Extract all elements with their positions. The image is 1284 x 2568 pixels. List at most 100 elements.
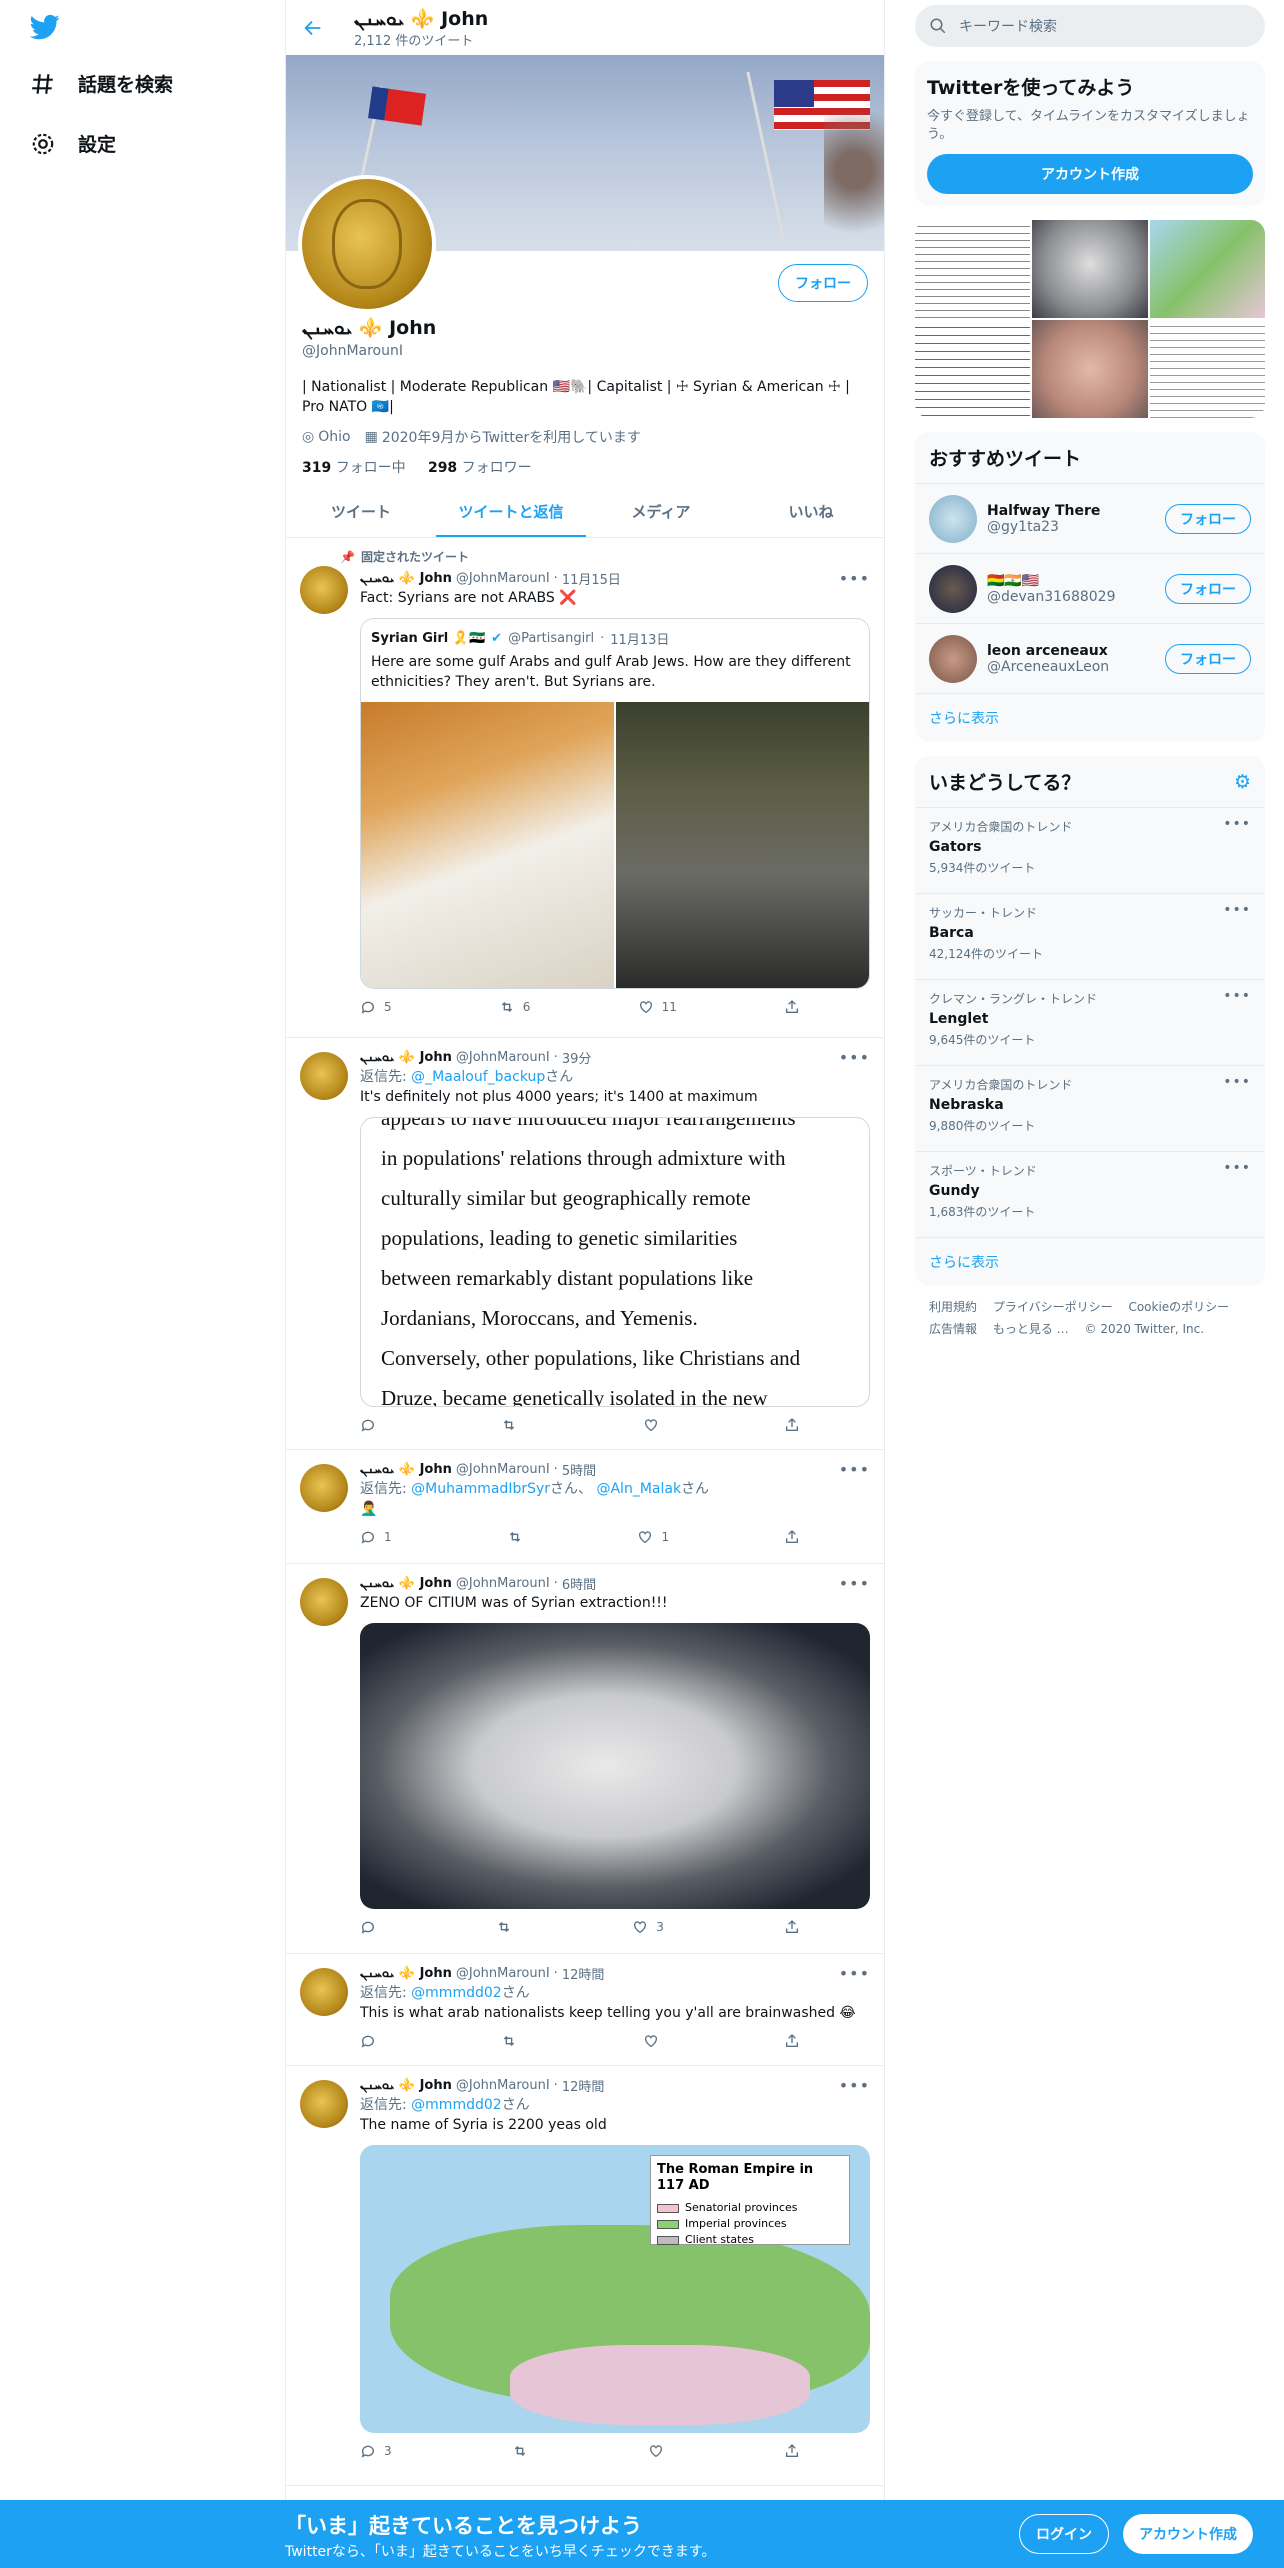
- trend-item[interactable]: クレマン・ラングレ・トレンド Lenglet 9,645件のツイート •••: [915, 980, 1265, 1066]
- quote-image-gulf-arabs[interactable]: [361, 702, 614, 988]
- trends-show-more-link[interactable]: さらに表示: [915, 1238, 1265, 1286]
- footer-more-link[interactable]: もっと見る …: [993, 1322, 1069, 1336]
- tweet-author-name[interactable]: ܝܘܚܢܢ ⚜️ John: [360, 1576, 452, 1591]
- tweet-image-roman-empire-map[interactable]: The Roman Empire in 117 AD Senatorial pr…: [360, 2145, 870, 2433]
- back-arrow-icon[interactable]: [302, 17, 324, 39]
- trend-item[interactable]: アメリカ合衆国のトレンド Nebraska 9,880件のツイート •••: [915, 1066, 1265, 1152]
- more-icon[interactable]: •••: [1223, 1160, 1251, 1176]
- tab-tweets-and-replies[interactable]: ツイートと返信: [436, 486, 586, 537]
- tweet-time[interactable]: 6時間: [562, 1574, 596, 1593]
- banner-signup-button[interactable]: アカウント作成: [1123, 2514, 1253, 2554]
- login-button[interactable]: ログイン: [1019, 2514, 1109, 2554]
- suggested-follow-button[interactable]: フォロー: [1165, 573, 1251, 604]
- reply-mention-link[interactable]: @Aln_Malak: [596, 1481, 681, 1497]
- tweet-author-name[interactable]: ܝܘܚܢܢ ⚜️ John: [360, 1966, 452, 1981]
- reply-mention-link[interactable]: @MuhammadIbrSyr: [411, 1481, 550, 1497]
- share-button[interactable]: [784, 1529, 800, 1545]
- trend-item[interactable]: アメリカ合衆国のトレンド Gators 5,934件のツイート •••: [915, 808, 1265, 894]
- quote-image-syrians[interactable]: [616, 702, 869, 988]
- nav-settings[interactable]: 設定: [30, 130, 116, 157]
- gallery-image[interactable]: [1149, 220, 1265, 318]
- tab-likes[interactable]: いいね: [736, 486, 884, 537]
- tweet-avatar[interactable]: [300, 2080, 348, 2128]
- tweet-author-name[interactable]: ܝܘܚܢܢ ⚜️ John: [360, 571, 452, 586]
- twitter-logo-icon[interactable]: [28, 12, 62, 42]
- nav-explore[interactable]: 話題を検索: [30, 70, 173, 97]
- tweet-image-zeno-bust[interactable]: [360, 1623, 870, 1909]
- suggested-user[interactable]: Halfway There @gy1ta23 フォロー: [915, 484, 1265, 554]
- gallery-image[interactable]: [1032, 220, 1148, 318]
- tweet-avatar[interactable]: [300, 1052, 348, 1100]
- like-button[interactable]: [648, 2443, 664, 2459]
- tweet-item[interactable]: ܝܘܚܢܢ ⚜️ John @JohnMarounI · 5時間 ••• 返信先: @M…: [286, 1450, 884, 1564]
- settings-gear-icon[interactable]: ⚙: [1234, 771, 1251, 793]
- like-button[interactable]: 3: [632, 1919, 664, 1935]
- tweet-avatar[interactable]: [300, 566, 348, 614]
- footer-cookie-link[interactable]: Cookieのポリシー: [1128, 1300, 1229, 1314]
- reply-mention-link[interactable]: @mmmdd02: [411, 1985, 502, 2001]
- signup-button[interactable]: アカウント作成: [927, 154, 1253, 194]
- gallery-image[interactable]: [915, 220, 1031, 318]
- footer-privacy-link[interactable]: プライバシーポリシー: [993, 1300, 1113, 1314]
- more-icon[interactable]: •••: [1223, 902, 1251, 918]
- retweet-button[interactable]: 6: [499, 999, 530, 1015]
- profile-avatar[interactable]: [298, 175, 436, 313]
- reply-button[interactable]: 3: [360, 2443, 392, 2459]
- reply-mention-link[interactable]: @mmmdd02: [411, 2097, 502, 2113]
- tweet-time[interactable]: 12時間: [562, 1964, 605, 1983]
- more-icon[interactable]: •••: [839, 569, 870, 588]
- tweet-author-name[interactable]: ܝܘܚܢܢ ⚜️ John: [360, 1462, 452, 1477]
- more-icon[interactable]: •••: [839, 1574, 870, 1593]
- more-icon[interactable]: •••: [839, 2076, 870, 2095]
- suggested-user[interactable]: 🇧🇴🇮🇳🇺🇸 @devan31688029 フォロー: [915, 554, 1265, 624]
- reply-button[interactable]: [360, 1919, 376, 1935]
- trend-item[interactable]: サッカー・トレンド Barca 42,124件のツイート •••: [915, 894, 1265, 980]
- quoted-tweet[interactable]: Syrian Girl 🎗️🇸🇾 ✔ @Partisangirl · 11月13日 He…: [360, 618, 870, 989]
- gallery-image[interactable]: [1149, 320, 1265, 418]
- tweet-avatar[interactable]: [300, 1968, 348, 2016]
- tweet-author-name[interactable]: ܝܘܚܢܢ ⚜️ John: [360, 2078, 452, 2093]
- retweet-button[interactable]: [507, 1529, 523, 1545]
- tweet-item[interactable]: ܝܘܚܢܢ ⚜️ John @JohnMarounI · 39分 ••• 返信先: @_…: [286, 1038, 884, 1450]
- reply-button[interactable]: 5: [360, 999, 392, 1015]
- share-button[interactable]: [784, 1919, 800, 1935]
- reply-button[interactable]: [360, 1417, 376, 1433]
- retweet-button[interactable]: [496, 1919, 512, 1935]
- following-link[interactable]: 319 フォロー中: [302, 460, 406, 476]
- tab-tweets[interactable]: ツイート: [286, 486, 436, 537]
- tweet-time[interactable]: 39分: [562, 1048, 592, 1067]
- tweet-author-name[interactable]: ܝܘܚܢܢ ⚜️ John: [360, 1050, 452, 1065]
- share-button[interactable]: [784, 1417, 800, 1433]
- like-button[interactable]: [643, 1417, 659, 1433]
- suggested-user-avatar[interactable]: [929, 634, 977, 683]
- more-icon[interactable]: •••: [839, 1048, 870, 1067]
- more-icon[interactable]: •••: [1223, 816, 1251, 832]
- suggested-user-avatar[interactable]: [929, 564, 977, 613]
- like-button[interactable]: 11: [638, 999, 677, 1015]
- more-icon[interactable]: •••: [839, 1964, 870, 1983]
- reply-button[interactable]: [360, 2033, 376, 2049]
- tweet-item[interactable]: ܝܘܚܢܢ ⚜️ John @JohnMarounI · 12時間 ••• 返信先: @…: [286, 1954, 884, 2066]
- retweet-button[interactable]: [512, 2443, 528, 2459]
- like-button[interactable]: [643, 2033, 659, 2049]
- follow-button[interactable]: フォロー: [778, 264, 868, 302]
- tweet-item[interactable]: ܝܘܚܢܢ ⚜️ John @JohnMarounI · 6時間 ••• ZENO OF…: [286, 1564, 884, 1954]
- gallery-image[interactable]: [1032, 320, 1148, 418]
- retweet-button[interactable]: [501, 1417, 517, 1433]
- share-button[interactable]: [784, 2443, 800, 2459]
- tab-media[interactable]: メディア: [586, 486, 736, 537]
- suggested-follow-button[interactable]: フォロー: [1165, 503, 1251, 534]
- footer-terms-link[interactable]: 利用規約: [929, 1300, 977, 1314]
- more-icon[interactable]: •••: [1223, 1074, 1251, 1090]
- trend-item[interactable]: スポーツ・トレンド Gundy 1,683件のツイート •••: [915, 1152, 1265, 1238]
- suggested-follow-button[interactable]: フォロー: [1165, 643, 1251, 674]
- tweet-image-text-excerpt[interactable]: appears to have introduced major rearran…: [360, 1117, 870, 1407]
- tweet-time[interactable]: 11月15日: [562, 569, 621, 588]
- tweet-time[interactable]: 12時間: [562, 2076, 605, 2095]
- tweet-avatar[interactable]: [300, 1578, 348, 1626]
- tweet-item[interactable]: ܝܘܚܢܢ ⚜️ John @JohnMarounI · 12時間 ••• 返信先: @…: [286, 2066, 884, 2486]
- more-icon[interactable]: •••: [839, 1460, 870, 1479]
- gallery-image[interactable]: [915, 320, 1031, 418]
- tweet-time[interactable]: 5時間: [562, 1460, 596, 1479]
- footer-ads-link[interactable]: 広告情報: [929, 1322, 977, 1336]
